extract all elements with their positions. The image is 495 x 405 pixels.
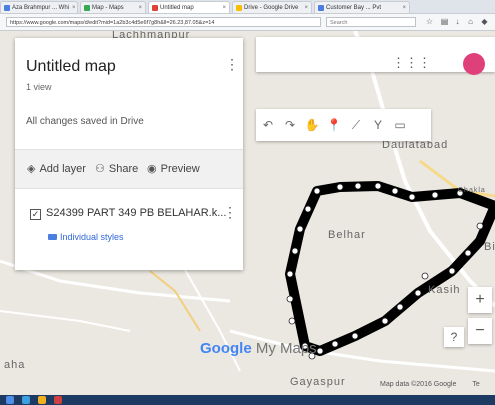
share-label: Share [108, 162, 139, 175]
shield-icon[interactable]: ◆ [480, 17, 489, 26]
map-sidebar-panel: Untitled map 1 view All changes saved in… [15, 38, 243, 270]
os-taskbar [0, 395, 495, 405]
tab-favicon-icon [4, 4, 10, 11]
preview-label: Preview [160, 162, 200, 175]
individual-styles-link[interactable]: Individual styles [48, 232, 124, 242]
share-button[interactable]: ⚇ Share [95, 162, 139, 176]
close-tab-icon[interactable]: × [69, 5, 76, 11]
eye-icon: ◉ [147, 163, 157, 175]
place-label-kasih: Kasih [428, 284, 461, 296]
draw-line-icon[interactable]: ⟋ [346, 113, 366, 137]
browser-tab[interactable]: Aza Brahmpur ... Whi × [0, 1, 78, 13]
tab-label: Map - Maps [92, 4, 124, 11]
help-button[interactable]: ? [444, 327, 464, 347]
my-maps-wordmark: My Maps [255, 340, 317, 357]
panel-actions: ◈ Add layer ⚇ Share ◉ Preview [15, 149, 243, 189]
add-marker-icon[interactable]: 📍 [324, 113, 344, 137]
close-tab-icon[interactable]: × [399, 5, 406, 11]
browser-search-field[interactable]: Search [326, 17, 416, 27]
directions-icon[interactable]: Y [368, 113, 388, 137]
layer-checkbox[interactable]: ✓ [30, 209, 41, 220]
folder-icon[interactable] [38, 396, 46, 404]
save-status: All changes saved in Drive [26, 116, 144, 127]
google-my-maps-logo: Google My Maps [200, 340, 317, 357]
zoom-out-button[interactable]: − [468, 318, 492, 344]
map-toolbar: ↶ ↷ ✋ 📍 ⟋ Y ▭ [256, 109, 431, 141]
place-label-gayaspur: Gayaspur [290, 376, 346, 388]
browser-icon[interactable] [22, 396, 30, 404]
polygon-outline[interactable] [285, 181, 495, 356]
tab-label: Customer Bay ... Pvt [326, 4, 382, 11]
url-field[interactable]: https://www.google.com/maps/d/edit?mid=1… [6, 17, 321, 27]
apps-grid-icon[interactable]: ⋮⋮⋮ [392, 55, 431, 71]
home-icon[interactable]: ⌂ [466, 17, 475, 26]
zoom-in-button[interactable]: + [468, 287, 492, 313]
add-layer-label: Add layer [39, 162, 86, 175]
tab-label: Untitled map [160, 4, 194, 11]
attribution-text: Map data ©2016 Google [380, 381, 457, 388]
layer-item[interactable]: ✓ S24399 PART 349 PB BELAHAR.k... ⋮ Indi… [15, 189, 243, 269]
layer-name[interactable]: S24399 PART 349 PB BELAHAR.k... [46, 207, 226, 219]
address-bar: https://www.google.com/maps/d/edit?mid=1… [0, 14, 495, 31]
browser-tab[interactable]: Customer Bay ... Pvt × [314, 1, 410, 13]
browser-tab[interactable]: Map - Maps × [80, 1, 146, 13]
place-label-aha: aha [4, 359, 26, 371]
close-tab-icon[interactable]: × [219, 5, 226, 11]
preview-button[interactable]: ◉ Preview [147, 162, 200, 176]
map-view-count: 1 view [26, 82, 52, 92]
undo-icon[interactable]: ↶ [258, 113, 278, 137]
download-icon[interactable]: ↓ [453, 17, 462, 26]
start-icon[interactable] [6, 396, 14, 404]
map-title[interactable]: Untitled map [26, 58, 116, 76]
browser-tab[interactable]: Drive - Google Drive × [232, 1, 312, 13]
close-tab-icon[interactable]: × [135, 5, 142, 11]
star-icon[interactable]: ☆ [425, 17, 434, 26]
tab-label: Drive - Google Drive [244, 4, 299, 11]
tab-favicon-icon [236, 4, 242, 11]
individual-styles-label: Individual styles [60, 232, 124, 242]
hand-icon[interactable]: ✋ [302, 113, 322, 137]
avatar[interactable] [463, 53, 485, 75]
add-person-icon: ⚇ [95, 163, 105, 175]
map-search-box[interactable] [256, 37, 495, 72]
more-options-icon[interactable]: ⋮ [225, 56, 239, 73]
terms-link[interactable]: Te [472, 381, 479, 388]
add-layer-button[interactable]: ◈ Add layer [27, 162, 86, 176]
ruler-icon[interactable]: ▭ [390, 113, 410, 137]
layer-options-icon[interactable]: ⋮ [223, 204, 237, 221]
close-tab-icon[interactable]: × [301, 5, 308, 11]
tab-favicon-icon [152, 4, 158, 11]
reading-list-icon[interactable]: ▤ [440, 17, 449, 26]
tab-favicon-icon [84, 4, 90, 11]
browser-tab-bar: Aza Brahmpur ... Whi × Map - Maps × Untitled… [0, 0, 495, 14]
tab-label: Aza Brahmpur ... Whi [12, 4, 70, 11]
map-polygon[interactable] [285, 181, 495, 356]
place-label-chakla: Chakla [458, 187, 486, 194]
style-icon [48, 234, 57, 240]
app-icon[interactable] [54, 396, 62, 404]
browser-tab[interactable]: Untitled map × [148, 1, 230, 13]
tab-favicon-icon [318, 4, 324, 11]
layers-icon: ◈ [27, 163, 36, 175]
redo-icon[interactable]: ↷ [280, 113, 300, 137]
google-wordmark: Google [200, 340, 252, 357]
place-label-edge: Bi [484, 241, 495, 253]
place-label-belhar: Belhar [328, 229, 366, 241]
map-attribution: Map data ©2016 Google Te [380, 381, 480, 388]
